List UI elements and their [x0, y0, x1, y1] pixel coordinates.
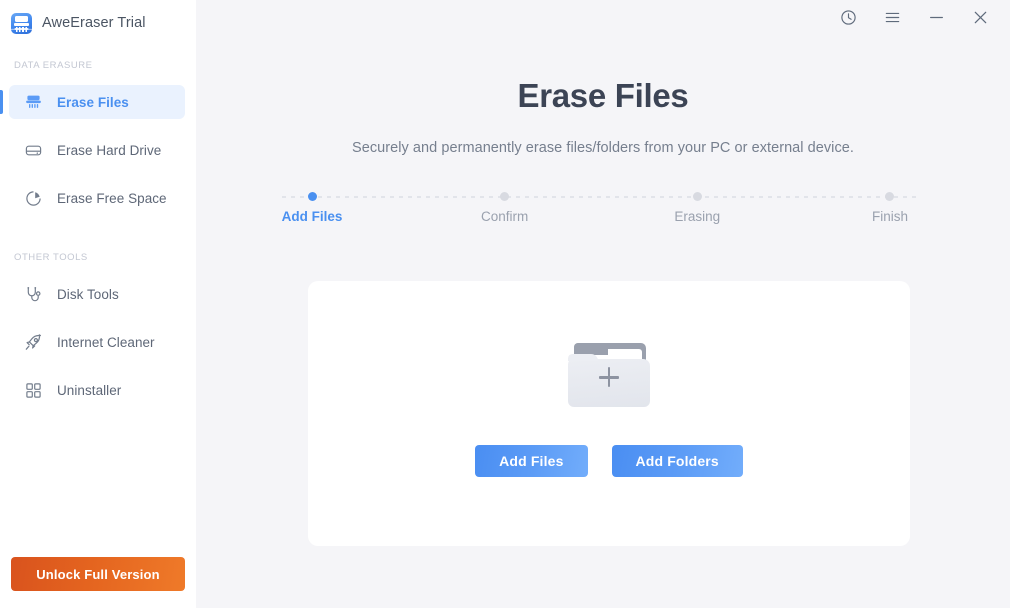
sidebar-item-disk-tools[interactable]: Disk Tools [9, 277, 185, 311]
step-dot [885, 192, 895, 201]
step-dot [500, 192, 510, 201]
add-folders-button[interactable]: Add Folders [611, 445, 743, 477]
step-erasing[interactable]: Erasing [637, 190, 757, 224]
sidebar-section-data-erasure-label: DATA ERASURE [14, 60, 93, 71]
sidebar-item-uninstaller[interactable]: Uninstaller [9, 373, 185, 407]
sidebar-item-label: Erase Files [57, 94, 129, 110]
page-subtitle: Securely and permanently erase files/fol… [352, 140, 854, 156]
step-dot [307, 192, 317, 201]
sidebar-item-erase-free-space[interactable]: Erase Free Space [9, 181, 185, 215]
minimize-icon[interactable] [914, 2, 958, 32]
unlock-full-version-button[interactable]: Unlock Full Version [11, 557, 185, 591]
window-controls [826, 0, 1010, 34]
harddrive-icon [24, 141, 43, 160]
step-label: Erasing [674, 209, 721, 224]
sidebar-item-erase-hard-drive[interactable]: Erase Hard Drive [9, 133, 185, 167]
close-icon[interactable] [958, 2, 1002, 32]
sidebar-item-label: Uninstaller [57, 382, 122, 398]
shredder-icon [11, 12, 32, 34]
sidebar: AweEraser Trial DATA ERASURE Erase Files [0, 0, 196, 608]
file-drop-card[interactable]: Add Files Add Folders [308, 281, 910, 546]
sidebar-section-other-tools-label: OTHER TOOLS [14, 252, 88, 263]
app-brand: AweEraser Trial [0, 2, 196, 44]
menu-icon[interactable] [870, 2, 914, 32]
step-finish[interactable]: Finish [830, 190, 950, 224]
sidebar-item-internet-cleaner[interactable]: Internet Cleaner [9, 325, 185, 359]
shredder-icon [24, 93, 43, 112]
main-content: Erase Files Securely and permanently era… [196, 0, 1010, 608]
stethoscope-icon [24, 285, 43, 304]
step-confirm[interactable]: Confirm [445, 190, 565, 224]
history-icon[interactable] [826, 2, 870, 32]
sidebar-item-label: Erase Hard Drive [57, 142, 162, 158]
app-title: AweEraser Trial [42, 15, 146, 31]
add-folder-icon [568, 343, 650, 407]
step-label: Add Files [281, 209, 343, 224]
piechart-icon [24, 189, 43, 208]
card-action-buttons: Add Files Add Folders [475, 445, 743, 477]
step-label: Finish [871, 209, 908, 224]
step-label: Confirm [481, 209, 529, 224]
sidebar-item-label: Disk Tools [57, 286, 119, 302]
progress-stepper: Add Files Confirm Erasing Finish [252, 190, 950, 232]
add-files-button[interactable]: Add Files [475, 445, 588, 477]
page-title: Erase Files [517, 77, 689, 114]
step-add-files[interactable]: Add Files [252, 190, 372, 224]
sidebar-item-label: Internet Cleaner [57, 334, 155, 350]
app-window: AweEraser Trial DATA ERASURE Erase Files [0, 0, 1010, 608]
rocket-icon [24, 333, 43, 352]
sidebar-item-erase-files[interactable]: Erase Files [0, 85, 185, 119]
grid-icon [24, 381, 43, 400]
step-dot [692, 192, 702, 201]
sidebar-item-label: Erase Free Space [57, 190, 167, 206]
